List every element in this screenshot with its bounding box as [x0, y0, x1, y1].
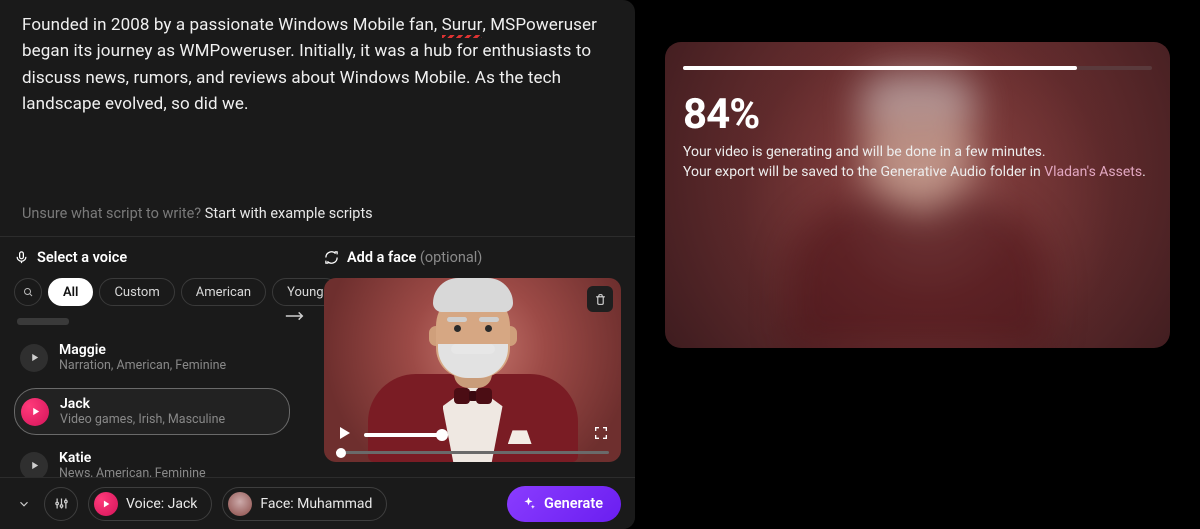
- refresh-icon: [324, 250, 339, 265]
- voice-dot-icon: [94, 492, 118, 516]
- fullscreen-button[interactable]: [593, 425, 609, 445]
- generation-preview: 84% Your video is generating and will be…: [665, 42, 1170, 348]
- sliders-icon: [54, 496, 69, 511]
- assets-link[interactable]: Vladan's Assets: [1044, 164, 1142, 180]
- progress-fill: [683, 66, 1077, 70]
- selected-face-label: Face: Muhammad: [260, 496, 372, 512]
- output-panel: 84% Your video is generating and will be…: [635, 0, 1200, 529]
- voice-name: Jack: [60, 396, 225, 412]
- chips-scrollbar[interactable]: [17, 318, 69, 325]
- voice-panel: Select a voice All Custom American Young…: [0, 237, 310, 477]
- chip-custom[interactable]: Custom: [99, 278, 174, 306]
- bottom-bar: Voice: Jack Face: Muhammad Generate: [0, 477, 635, 529]
- progress-line2: Your export will be saved to the Generat…: [683, 162, 1152, 182]
- voice-panel-title: Select a voice: [14, 249, 310, 266]
- voice-name: Maggie: [59, 342, 226, 358]
- voice-item-katie[interactable]: Katie News, American, Feminine: [14, 443, 290, 477]
- script-text-pre: Founded in 2008 by a passionate Windows …: [22, 15, 442, 35]
- voice-play-button[interactable]: [21, 398, 49, 426]
- settings-button[interactable]: [44, 487, 78, 521]
- progress-line1: Your video is generating and will be don…: [683, 142, 1152, 162]
- script-text-underlined: Surur: [442, 15, 483, 35]
- face-panel: Add a face (optional): [310, 237, 635, 477]
- voice-tags: Video games, Irish, Masculine: [60, 412, 225, 427]
- voice-item-maggie[interactable]: Maggie Narration, American, Feminine: [14, 335, 290, 380]
- play-icon: [336, 425, 352, 441]
- face-panel-title: Add a face (optional): [324, 249, 621, 266]
- play-icon: [101, 499, 111, 509]
- selected-face-pill[interactable]: Face: Muhammad: [222, 487, 387, 521]
- voice-filter-chips: All Custom American Young Fen: [14, 278, 310, 306]
- seek-bar[interactable]: [336, 451, 609, 454]
- selected-voice-label: Voice: Jack: [126, 496, 197, 512]
- script-area[interactable]: Founded in 2008 by a passionate Windows …: [0, 0, 635, 117]
- play-icon: [30, 406, 41, 417]
- voice-tags: Narration, American, Feminine: [59, 358, 226, 373]
- play-icon: [29, 352, 40, 363]
- voice-list: Maggie Narration, American, Feminine Jac…: [14, 335, 310, 477]
- voice-tags: News, American, Feminine: [59, 466, 206, 477]
- example-scripts-link[interactable]: Start with example scripts: [205, 205, 373, 222]
- hint-lead: Unsure what script to write?: [22, 205, 205, 222]
- editor-panel: Founded in 2008 by a passionate Windows …: [0, 0, 635, 529]
- progress-percent: 84%: [683, 90, 759, 139]
- selected-voice-pill[interactable]: Voice: Jack: [88, 487, 212, 521]
- voice-name: Katie: [59, 450, 206, 466]
- chips-scroll-right[interactable]: [284, 308, 306, 327]
- volume-slider[interactable]: [364, 433, 442, 437]
- arrow-right-icon: [284, 309, 306, 323]
- trash-icon: [594, 293, 607, 306]
- collapse-toggle[interactable]: [14, 494, 34, 514]
- chip-all[interactable]: All: [48, 278, 93, 306]
- play-icon: [29, 460, 40, 471]
- mic-icon: [14, 250, 29, 265]
- sparkle-icon: [521, 496, 536, 511]
- voice-play-button[interactable]: [20, 344, 48, 372]
- blurred-avatar: [788, 88, 1048, 348]
- video-controls: [324, 417, 621, 462]
- fullscreen-icon: [593, 425, 609, 441]
- face-dot-icon: [228, 492, 252, 516]
- voice-item-jack[interactable]: Jack Video games, Irish, Masculine: [14, 388, 290, 435]
- video-play-button[interactable]: [336, 425, 352, 445]
- chevron-down-icon: [17, 497, 31, 511]
- progress-message: Your video is generating and will be don…: [683, 142, 1152, 183]
- delete-face-button[interactable]: [587, 286, 613, 312]
- generate-button[interactable]: Generate: [507, 486, 621, 522]
- progress-track: [683, 66, 1152, 70]
- generate-label: Generate: [544, 495, 603, 512]
- script-text: Founded in 2008 by a passionate Windows …: [22, 12, 613, 117]
- chip-american[interactable]: American: [181, 278, 266, 306]
- script-hint: Unsure what script to write? Start with …: [0, 205, 635, 236]
- voice-play-button[interactable]: [20, 452, 48, 477]
- search-icon: [22, 286, 34, 298]
- face-preview[interactable]: [324, 278, 621, 462]
- voice-search-button[interactable]: [14, 278, 42, 306]
